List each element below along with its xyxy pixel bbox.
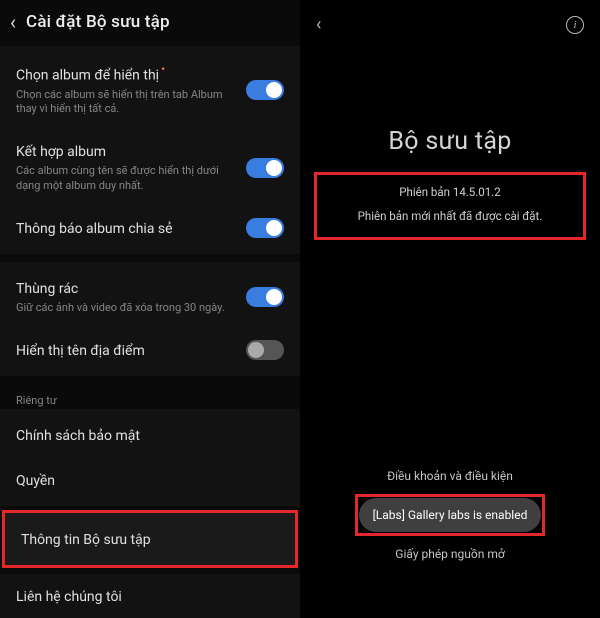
required-asterisk: • <box>161 62 165 76</box>
link-terms[interactable]: Điều khoản và điều kiện <box>300 460 600 492</box>
setting-label: Hiển thị tên địa điểm <box>16 343 145 359</box>
about-panel: ‹ i Bộ sưu tập Phiên bản 14.5.01.2 Phiên… <box>300 0 600 600</box>
link-open-source[interactable]: Giấy phép nguồn mở <box>300 538 600 570</box>
setting-permissions[interactable]: Quyền <box>0 458 300 502</box>
settings-header: ‹ Cài đặt Bộ sưu tập <box>0 0 300 46</box>
toggle-shared-notify[interactable] <box>246 218 284 238</box>
settings-list: Chọn album để hiển thị• Chọn các album s… <box>0 46 300 618</box>
info-icon[interactable]: i <box>566 16 584 34</box>
about-title: Bộ sưu tập <box>300 127 600 156</box>
setting-desc: Giữ các ảnh và video đã xóa trong 30 ngà… <box>16 301 236 316</box>
section-privacy-label: Riêng tư <box>0 384 300 409</box>
setting-label: Thông tin Bộ sưu tập <box>21 532 151 548</box>
group-about: Thông tin Bộ sưu tập <box>5 513 295 565</box>
setting-merge-album[interactable]: Kết hợp album Các album cùng tên sẽ được… <box>0 129 300 206</box>
toast-message: [Labs] Gallery labs is enabled <box>359 498 542 532</box>
setting-privacy-policy[interactable]: Chính sách bảo mật <box>0 413 300 457</box>
setting-label: Kết hợp album <box>16 144 106 160</box>
setting-label: Quyền <box>16 473 55 489</box>
setting-shared-notify[interactable]: Thông báo album chia sẻ <box>0 206 300 250</box>
setting-label: Thông báo album chia sẻ <box>16 221 173 237</box>
setting-label: Thùng rác <box>16 281 78 297</box>
setting-label: Chính sách bảo mật <box>16 428 140 444</box>
group-privacy: Chính sách bảo mật Quyền <box>0 409 300 505</box>
group-albums: Chọn album để hiển thị• Chọn các album s… <box>0 46 300 254</box>
setting-show-location[interactable]: Hiển thị tên địa điểm <box>0 328 300 372</box>
group-storage: Thùng rác Giữ các ảnh và video đã xóa tr… <box>0 262 300 376</box>
settings-title: Cài đặt Bộ sưu tập <box>26 12 170 32</box>
setting-desc: Chọn các album sẽ hiển thị trên tab Albu… <box>16 88 236 118</box>
setting-label: Liên hệ chúng tôi <box>16 589 122 605</box>
highlight-version-info: Phiên bản 14.5.01.2 Phiên bản mới nhất đ… <box>314 172 586 240</box>
back-icon[interactable]: ‹ <box>316 14 321 35</box>
highlight-toast: [Labs] Gallery labs is enabled <box>355 494 546 536</box>
toggle-choose-album[interactable] <box>246 80 284 100</box>
setting-label: Chọn album để hiển thị <box>16 67 159 83</box>
toggle-show-location[interactable] <box>246 340 284 360</box>
version-status: Phiên bản mới nhất đã được cài đặt. <box>323 209 577 223</box>
version-text: Phiên bản 14.5.01.2 <box>323 185 577 199</box>
group-contact: Liên hệ chúng tôi <box>0 574 300 618</box>
setting-choose-album[interactable]: Chọn album để hiển thị• Chọn các album s… <box>0 50 300 129</box>
setting-desc: Các album cùng tên sẽ được hiển thị dưới… <box>16 164 236 194</box>
toggle-trash[interactable] <box>246 287 284 307</box>
setting-contact-us[interactable]: Liên hệ chúng tôi <box>0 574 300 618</box>
settings-panel: ‹ Cài đặt Bộ sưu tập Chọn album để hiển … <box>0 0 300 600</box>
back-icon[interactable]: ‹ <box>10 12 16 32</box>
about-header: ‹ i <box>300 0 600 35</box>
setting-about-gallery[interactable]: Thông tin Bộ sưu tập <box>5 513 295 565</box>
about-links: Điều khoản và điều kiện [Labs] Gallery l… <box>300 460 600 570</box>
toggle-merge-album[interactable] <box>246 158 284 178</box>
setting-trash[interactable]: Thùng rác Giữ các ảnh và video đã xóa tr… <box>0 266 300 328</box>
highlight-about-gallery: Thông tin Bộ sưu tập <box>2 510 298 568</box>
